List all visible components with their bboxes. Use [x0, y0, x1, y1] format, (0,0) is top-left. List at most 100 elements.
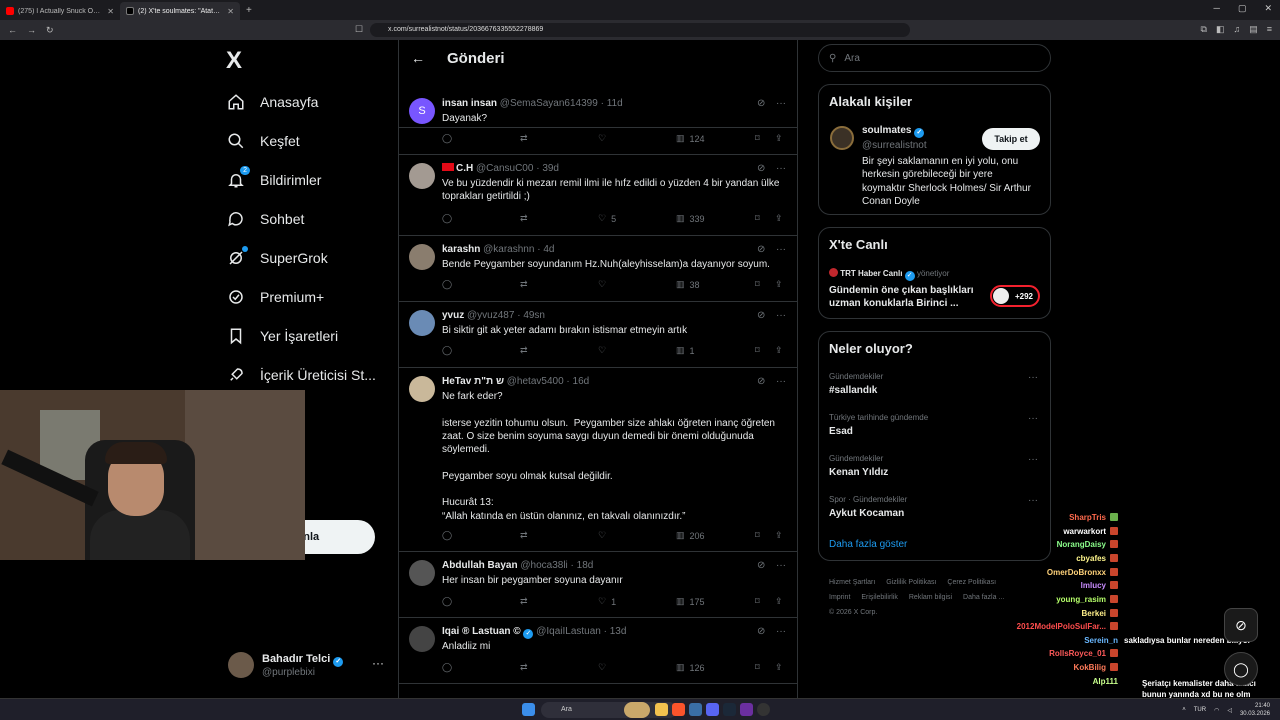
- tweet-handle[interactable]: @hoca38li: [520, 560, 567, 571]
- search-input[interactable]: ⚲ Ara: [818, 44, 1051, 72]
- tweet-author[interactable]: HeTav ש ת"ת: [442, 376, 504, 387]
- search-highlight-icon[interactable]: [624, 702, 650, 718]
- more-icon[interactable]: ···: [776, 626, 786, 637]
- extension-icon[interactable]: ⧉: [1201, 24, 1207, 35]
- nav-item-chat[interactable]: Sohbet: [226, 199, 386, 238]
- tweet-author[interactable]: C.H: [456, 163, 473, 174]
- tweet[interactable]: yvuz @yvuz487 · 49sn ⊘ ··· Bi siktir git…: [399, 302, 797, 368]
- share-button[interactable]: ⇪: [775, 345, 783, 356]
- new-tab-button[interactable]: +: [246, 5, 252, 16]
- more-icon[interactable]: ···: [1028, 413, 1038, 424]
- minimize-button[interactable]: ─: [1214, 3, 1220, 14]
- more-icon[interactable]: ···: [1028, 372, 1038, 383]
- bookmark-button[interactable]: ⌑: [755, 213, 760, 224]
- x-logo[interactable]: X: [226, 47, 242, 75]
- retweet-button[interactable]: ⇄: [520, 662, 528, 673]
- tweet-author[interactable]: karashn: [442, 244, 480, 255]
- bookmark-button[interactable]: ⌑: [755, 279, 760, 290]
- grok-icon[interactable]: ⊘: [757, 98, 765, 109]
- tweet-time[interactable]: 16d: [573, 376, 590, 387]
- tweet-handle[interactable]: @yvuz487: [467, 310, 514, 321]
- media-icon[interactable]: ♫: [1233, 24, 1240, 35]
- grok-icon[interactable]: ⊘: [757, 163, 765, 174]
- close-icon[interactable]: ✕: [227, 7, 234, 16]
- views-button[interactable]: ▥ 339: [676, 213, 705, 224]
- close-window-button[interactable]: ✕: [1264, 3, 1272, 14]
- volume-icon[interactable]: ◁: [1227, 707, 1232, 714]
- tweet-handle[interactable]: @IqaiILastuan: [536, 626, 601, 637]
- grok-icon[interactable]: ⊘: [757, 376, 765, 387]
- footer-link[interactable]: Gizlilik Politikası: [886, 579, 936, 586]
- nav-item-explore[interactable]: Keşfet: [226, 121, 386, 160]
- more-icon[interactable]: ···: [372, 656, 384, 670]
- like-button[interactable]: ♡ 5: [598, 213, 616, 224]
- messages-floating-button[interactable]: ◯: [1224, 652, 1258, 686]
- live-listeners[interactable]: +292: [990, 285, 1040, 307]
- bookmark-button[interactable]: ⌑: [755, 530, 760, 541]
- avatar[interactable]: [409, 244, 435, 270]
- share-button[interactable]: ⇪: [775, 662, 783, 673]
- share-button[interactable]: ⇪: [775, 133, 783, 144]
- reply-button[interactable]: ◯: [442, 596, 452, 607]
- like-button[interactable]: ♡ 1: [598, 596, 616, 607]
- tweet-author[interactable]: yvuz: [442, 310, 464, 321]
- close-icon[interactable]: ✕: [107, 7, 114, 16]
- reply-button[interactable]: ◯: [442, 530, 452, 541]
- tweet-handle[interactable]: @hetav5400: [507, 376, 564, 387]
- tweet-handle[interactable]: @karashnn: [483, 244, 534, 255]
- reply-button[interactable]: ◯: [442, 279, 452, 290]
- brave-icon[interactable]: [672, 703, 685, 716]
- retweet-button[interactable]: ⇄: [520, 133, 528, 144]
- tweet-time[interactable]: 4d: [543, 244, 554, 255]
- footer-link[interactable]: Erişilebilirlik: [861, 594, 898, 601]
- sidebar-icon[interactable]: ▤: [1249, 24, 1258, 35]
- like-button[interactable]: ♡: [598, 133, 606, 144]
- avatar[interactable]: [409, 560, 435, 586]
- retweet-button[interactable]: ⇄: [520, 345, 528, 356]
- app-icon[interactable]: [689, 703, 702, 716]
- show-more-link[interactable]: Daha fazla göster: [829, 539, 907, 550]
- language-indicator[interactable]: TUR: [1194, 707, 1206, 713]
- tweet[interactable]: S insan insan @SemaSayan614399 · 11d ⊘ ·…: [399, 90, 797, 155]
- nav-item-supergrok[interactable]: SuperGrok: [226, 238, 386, 277]
- reply-button[interactable]: ◯: [442, 345, 452, 356]
- more-icon[interactable]: ···: [776, 376, 786, 387]
- tweet-time[interactable]: 39d: [542, 163, 559, 174]
- wallet-icon[interactable]: ◧: [1216, 24, 1225, 35]
- share-button[interactable]: ⇪: [775, 213, 783, 224]
- avatar[interactable]: [830, 126, 854, 150]
- retweet-button[interactable]: ⇄: [520, 596, 528, 607]
- reply-button[interactable]: ◯: [442, 213, 452, 224]
- back-arrow-icon[interactable]: ←: [411, 50, 425, 66]
- avatar[interactable]: [409, 376, 435, 402]
- browser-tab-youtube[interactable]: (275) I Actually Snuck Onto Jeffery Ep ✕: [0, 2, 120, 20]
- bookmark-icon[interactable]: ☐: [355, 24, 363, 35]
- tweet-author[interactable]: Iqai ® Lastuan ©: [442, 626, 521, 637]
- chevron-up-icon[interactable]: ˄: [1182, 707, 1186, 713]
- avatar[interactable]: [409, 310, 435, 336]
- tweet-handle[interactable]: @CansuC00: [476, 163, 533, 174]
- share-button[interactable]: ⇪: [775, 530, 783, 541]
- obs-icon[interactable]: [757, 703, 770, 716]
- like-button[interactable]: ♡: [598, 530, 606, 541]
- views-button[interactable]: ▥ 1: [676, 345, 695, 356]
- footer-link[interactable]: Daha fazla ...: [963, 594, 1004, 601]
- live-description[interactable]: Gündemin öne çıkan başlıkları uzman konu…: [829, 284, 979, 310]
- more-icon[interactable]: ···: [1028, 454, 1038, 465]
- forward-arrow-icon[interactable]: →: [27, 25, 36, 35]
- steam-icon[interactable]: [723, 703, 736, 716]
- trend-item[interactable]: Türkiye tarihinde gündemde Esad ···: [829, 413, 1044, 437]
- grok-icon[interactable]: ⊘: [757, 244, 765, 255]
- bookmark-button[interactable]: ⌑: [755, 133, 760, 144]
- tweet-author[interactable]: Abdullah Bayan: [442, 560, 518, 571]
- nav-item-home[interactable]: Anasayfa: [226, 82, 386, 121]
- account-switcher[interactable]: Bahadır Telci ✓ @purplebixi: [228, 652, 344, 678]
- tweet-handle[interactable]: @SemaSayan614399: [500, 98, 598, 109]
- reply-button[interactable]: ◯: [442, 133, 452, 144]
- tweet[interactable]: Iqai ® Lastuan © ✓ @IqaiILastuan · 13d ⊘…: [399, 618, 797, 684]
- tweet[interactable]: karashn @karashnn · 4d ⊘ ··· Bende Peyga…: [399, 236, 797, 302]
- trend-item[interactable]: Spor · Gündemdekiler Aykut Kocaman ···: [829, 495, 1044, 519]
- bookmark-button[interactable]: ⌑: [755, 345, 760, 356]
- nav-item-premium[interactable]: Premium+: [226, 277, 386, 316]
- views-button[interactable]: ▥ 175: [676, 596, 705, 607]
